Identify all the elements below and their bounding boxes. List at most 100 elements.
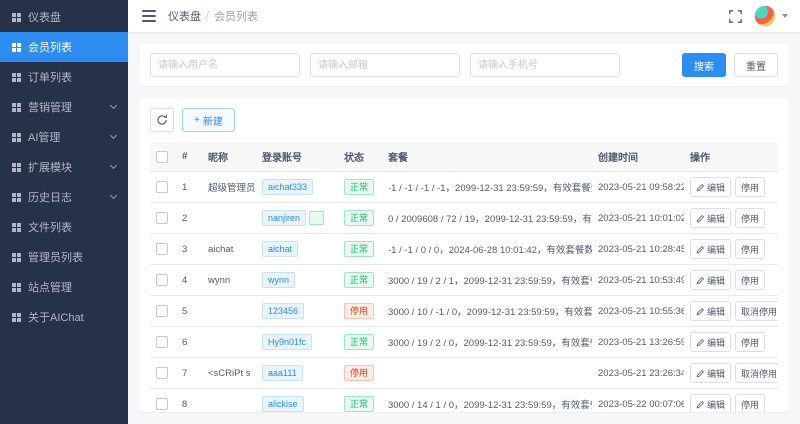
table-row: 4 wynn wynn 正常 3000 / 19 / 2 / 1，2099-12… xyxy=(150,265,778,296)
email-input[interactable] xyxy=(310,53,460,77)
status-cell: 停用 xyxy=(338,296,382,327)
page-content: 搜索 重置 + 新建 xyxy=(128,32,800,424)
pencil-icon xyxy=(696,245,705,254)
chevron-down-icon xyxy=(110,162,117,169)
row-checkbox[interactable] xyxy=(156,212,168,224)
sidebar-item[interactable]: 扩展模块 xyxy=(0,152,128,182)
toggle-status-button[interactable]: 取消停用 xyxy=(735,301,778,321)
breadcrumb-root[interactable]: 仪表盘 xyxy=(168,8,201,24)
sidebar-item[interactable]: AI管理 xyxy=(0,122,128,152)
row-index: 2 xyxy=(176,203,202,234)
edit-button[interactable]: 编辑 xyxy=(690,363,731,383)
username-input[interactable] xyxy=(150,53,300,77)
status-cell: 正常 xyxy=(338,203,382,234)
sidebar-item-label: 关于AIChat xyxy=(28,309,84,325)
breadcrumb-current: 会员列表 xyxy=(214,8,258,24)
nickname-cell: wynn xyxy=(202,265,256,296)
menu-grid-icon xyxy=(12,103,16,107)
sidebar-item[interactable]: 会员列表 xyxy=(0,32,128,62)
row-checkbox[interactable] xyxy=(156,243,168,255)
plus-icon: + xyxy=(194,115,200,126)
breadcrumb-separator: / xyxy=(206,10,209,22)
sidebar-item[interactable]: 仪表盘 xyxy=(0,2,128,32)
select-all-header xyxy=(150,142,176,172)
sidebar-item-label: 订单列表 xyxy=(28,69,72,85)
account-cell: aichat333 xyxy=(256,172,338,203)
column-header: 状态 xyxy=(338,142,382,172)
toggle-status-button[interactable]: 停用 xyxy=(735,270,765,290)
operations-cell: 编辑 停用 xyxy=(684,234,778,265)
new-button[interactable]: + 新建 xyxy=(182,108,235,132)
nickname-cell xyxy=(202,296,256,327)
sidebar-item-label: 管理员列表 xyxy=(28,249,83,265)
created-cell: 2023-05-21 10:53:49 xyxy=(592,265,684,296)
sidebar-item[interactable]: 营销管理 xyxy=(0,92,128,122)
created-cell: 2023-05-21 09:58:22 xyxy=(592,172,684,203)
nickname-cell: aichat xyxy=(202,234,256,265)
created-cell: 2023-05-21 10:28:45 xyxy=(592,234,684,265)
status-badge: 停用 xyxy=(344,365,374,381)
select-all-checkbox[interactable] xyxy=(156,151,168,163)
menu-grid-icon xyxy=(12,223,16,227)
account-cell: alickise xyxy=(256,389,338,413)
status-cell: 正常 xyxy=(338,265,382,296)
refresh-button[interactable] xyxy=(150,108,174,132)
reset-button[interactable]: 重置 xyxy=(734,53,778,77)
edit-button[interactable]: 编辑 xyxy=(690,177,731,197)
status-cell: 正常 xyxy=(338,172,382,203)
sidebar-item[interactable]: 管理员列表 xyxy=(0,242,128,272)
phone-input[interactable] xyxy=(470,53,620,77)
fullscreen-icon[interactable] xyxy=(729,10,742,23)
sidebar-item-label: 站点管理 xyxy=(28,279,72,295)
breadcrumb: 仪表盘 / 会员列表 xyxy=(168,8,258,24)
search-button[interactable]: 搜索 xyxy=(682,53,726,77)
sidebar-item[interactable]: 站点管理 xyxy=(0,272,128,302)
toggle-status-button[interactable]: 停用 xyxy=(735,208,765,228)
sidebar-item[interactable]: 文件列表 xyxy=(0,212,128,242)
edit-button[interactable]: 编辑 xyxy=(690,301,731,321)
operations-cell: 编辑 取消停用 xyxy=(684,358,778,389)
menu-grid-icon xyxy=(12,313,16,317)
avatar-caret-icon[interactable] xyxy=(782,14,788,18)
edit-button[interactable]: 编辑 xyxy=(690,394,731,412)
menu-grid-icon xyxy=(12,283,16,287)
edit-button[interactable]: 编辑 xyxy=(690,239,731,259)
row-checkbox[interactable] xyxy=(156,305,168,317)
row-checkbox[interactable] xyxy=(156,367,168,379)
row-index: 3 xyxy=(176,234,202,265)
nickname-cell: 超级管理员 xyxy=(202,172,256,203)
operations-cell: 编辑 停用 xyxy=(684,172,778,203)
status-badge: 正常 xyxy=(344,272,374,288)
toggle-status-button[interactable]: 停用 xyxy=(735,177,765,197)
account-cell: 123456 xyxy=(256,296,338,327)
sidebar-item[interactable]: 订单列表 xyxy=(0,62,128,92)
row-checkbox[interactable] xyxy=(156,336,168,348)
pencil-icon xyxy=(696,338,705,347)
toggle-status-button[interactable]: 停用 xyxy=(735,239,765,259)
row-index: 5 xyxy=(176,296,202,327)
status-badge: 停用 xyxy=(344,303,374,319)
sidebar-item[interactable]: 关于AIChat xyxy=(0,302,128,332)
operations-cell: 编辑 停用 xyxy=(684,265,778,296)
chevron-down-icon xyxy=(110,102,117,109)
sidebar-item-label: AI管理 xyxy=(28,129,60,145)
row-checkbox[interactable] xyxy=(156,398,168,410)
package-cell: 3000 / 10 / -1 / 0，2099-12-31 23:59:59，有… xyxy=(382,296,592,327)
edit-button[interactable]: 编辑 xyxy=(690,332,731,352)
sidebar: 仪表盘 会员列表 订单列表 营销管理 AI管理 扩展模块 xyxy=(0,0,128,424)
created-cell: 2023-05-21 10:01:02 xyxy=(592,203,684,234)
edit-button[interactable]: 编辑 xyxy=(690,270,731,290)
account-tag: nanjiren xyxy=(262,210,306,226)
hamburger-menu-icon[interactable] xyxy=(140,7,158,25)
row-checkbox[interactable] xyxy=(156,274,168,286)
menu-grid-icon xyxy=(12,163,16,167)
edit-button[interactable]: 编辑 xyxy=(690,208,731,228)
menu-grid-icon xyxy=(12,43,16,47)
toggle-status-button[interactable]: 停用 xyxy=(735,332,765,352)
toggle-status-button[interactable]: 停用 xyxy=(735,394,765,412)
sidebar-item[interactable]: 历史日志 xyxy=(0,182,128,212)
sidebar-item-label: 会员列表 xyxy=(28,39,72,55)
row-checkbox[interactable] xyxy=(156,181,168,193)
toggle-status-button[interactable]: 取消停用 xyxy=(735,363,778,383)
avatar[interactable] xyxy=(754,5,776,27)
